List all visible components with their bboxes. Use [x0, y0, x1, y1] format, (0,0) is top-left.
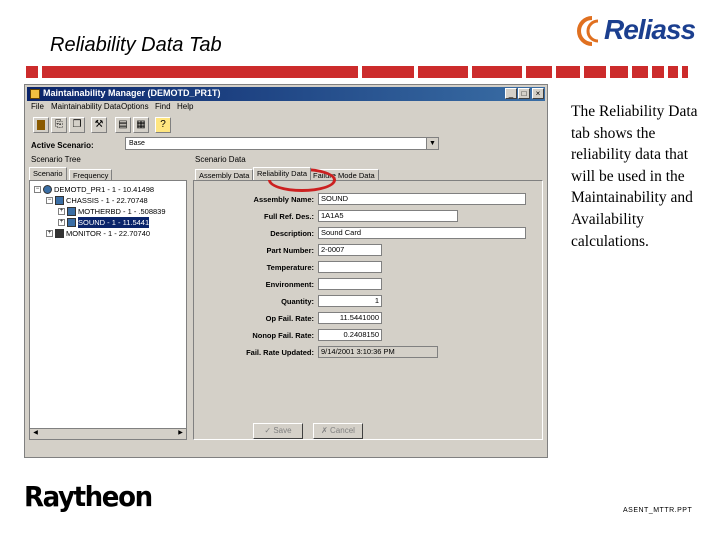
temperature-field[interactable] — [318, 261, 382, 273]
stripe-segment — [556, 66, 580, 78]
window-title: Maintainability Manager (DEMOTD_PR1T) — [43, 88, 221, 98]
collapse-icon[interactable]: − — [34, 186, 41, 193]
stripe-segment — [418, 66, 468, 78]
scenario-tree-title: Scenario Tree — [31, 155, 81, 164]
scroll-left-icon[interactable]: ◀ — [31, 429, 40, 438]
slide-title: Reliability Data Tab — [50, 34, 222, 56]
menu-file[interactable]: File — [31, 102, 44, 111]
field-label: Nonop Fail. Rate: — [252, 331, 314, 340]
full-ref-des-field[interactable]: 1A1A5 — [318, 210, 458, 222]
nonop-fail-rate-field[interactable]: 0.2408150 — [318, 329, 382, 341]
assembly-icon — [67, 207, 76, 216]
active-scenario-value: Base — [129, 140, 145, 147]
close-button[interactable]: × — [532, 88, 544, 99]
minimize-button[interactable]: _ — [505, 88, 517, 99]
tab-frequency[interactable]: Frequency — [69, 169, 113, 180]
menu-find[interactable]: Find — [155, 102, 171, 111]
menu-options[interactable]: Options — [121, 102, 149, 111]
check-icon: ✓ — [264, 426, 274, 435]
tab-assembly-data[interactable]: Assembly Data — [195, 169, 254, 180]
tab-scenario[interactable]: Scenario — [29, 167, 67, 180]
stripe-segment — [26, 66, 38, 78]
raytheon-logo: Raytheon — [24, 480, 153, 513]
field-label: Assembly Name: — [253, 195, 314, 204]
cancel-label: Cancel — [330, 426, 355, 435]
horizontal-scrollbar[interactable]: ◀ ▶ — [30, 428, 186, 439]
maximize-button[interactable]: □ — [518, 88, 530, 99]
active-scenario-select[interactable]: Base ▼ — [125, 137, 439, 150]
field-label: Environment: — [265, 280, 314, 289]
field-label: Quantity: — [281, 297, 314, 306]
root-node-icon — [43, 185, 52, 194]
assembly-icon — [67, 218, 76, 227]
cancel-icon: ✗ — [321, 426, 331, 435]
environment-field[interactable] — [318, 278, 382, 290]
expand-icon[interactable]: + — [58, 219, 65, 226]
assembly-name-field[interactable]: SOUND — [318, 193, 526, 205]
description-field[interactable]: Sound Card — [318, 227, 526, 239]
slide-description: The Reliability Data tab shows the relia… — [571, 103, 698, 250]
book-icon[interactable] — [33, 117, 49, 133]
window-titlebar[interactable]: Maintainability Manager (DEMOTD_PR1T) _ … — [27, 87, 545, 101]
stripe-segment — [682, 66, 688, 78]
file-name: ASENT_MTTR.PPT — [623, 507, 693, 514]
quantity-field[interactable]: 1 — [318, 295, 382, 307]
active-scenario-label: Active Scenario: — [31, 141, 94, 150]
maintainability-manager-window: Maintainability Manager (DEMOTD_PR1T) _ … — [24, 84, 548, 458]
tools-icon[interactable]: ⚒ — [91, 117, 107, 133]
collapse-icon[interactable]: − — [46, 197, 53, 204]
tree-node-selected[interactable]: SOUND - 1 - 11.5441 — [78, 217, 150, 228]
splitter[interactable] — [187, 180, 191, 440]
expand-icon[interactable]: + — [58, 208, 65, 215]
menu-help[interactable]: Help — [177, 102, 193, 111]
app-icon — [30, 89, 40, 99]
stripe-segment — [362, 66, 414, 78]
tree-node[interactable]: MOTHERBD - 1 - .508839 — [78, 206, 166, 217]
report-icon[interactable]: ▤ — [115, 117, 131, 133]
menu-bar: File Maintainability Data Options Find H… — [29, 102, 545, 114]
field-label: Op Fail. Rate: — [265, 314, 314, 323]
part-number-field[interactable]: 2-0007 — [318, 244, 382, 256]
field-label: Fail. Rate Updated: — [246, 348, 314, 357]
cancel-button[interactable]: ✗ Cancel — [313, 423, 363, 439]
stripe-segment — [42, 66, 358, 78]
tree-node[interactable]: DEMOTD_PR1 - 1 - 10.41498 — [54, 184, 154, 195]
tab-reliability-data[interactable]: Reliability Data — [253, 167, 312, 180]
save-label: Save — [273, 426, 292, 435]
stripe-segment — [652, 66, 664, 78]
field-label: Part Number: — [266, 246, 314, 255]
menu-maintainability-data[interactable]: Maintainability Data — [51, 102, 121, 111]
copy-icon[interactable]: ❐ — [69, 117, 85, 133]
new-icon[interactable]: ⎘ — [51, 117, 67, 133]
stripe-segment — [610, 66, 628, 78]
stripe-segment — [526, 66, 552, 78]
stripe-segment — [472, 66, 522, 78]
expand-icon[interactable]: + — [46, 230, 53, 237]
monitor-icon — [55, 229, 64, 238]
stripe-segment — [584, 66, 606, 78]
chevron-down-icon[interactable]: ▼ — [426, 138, 438, 149]
help-icon[interactable]: ? — [155, 117, 171, 133]
field-label: Description: — [270, 229, 314, 238]
fail-rate-updated-field: 9/14/2001 3:10:36 PM — [318, 346, 438, 358]
stripe-segment — [632, 66, 648, 78]
logo-text: Reliass — [604, 14, 696, 45]
toolbar: ⎘ ❐ ⚒ ▤ ▦ ? — [29, 115, 545, 135]
op-fail-rate-field[interactable]: 11.5441000 — [318, 312, 382, 324]
scenario-data-title: Scenario Data — [195, 155, 246, 164]
field-label: Full Ref. Des.: — [263, 212, 314, 221]
stripe-segment — [668, 66, 678, 78]
field-label: Temperature: — [266, 263, 314, 272]
scroll-right-icon[interactable]: ▶ — [176, 429, 185, 438]
scenario-data-panel: Assembly Name: SOUND Full Ref. Des.: 1A1… — [193, 180, 543, 440]
grid-icon[interactable]: ▦ — [133, 117, 149, 133]
assembly-icon — [55, 196, 64, 205]
tree-node[interactable]: MONITOR - 1 - 22.70740 — [66, 228, 150, 239]
scenario-tree-panel: − DEMOTD_PR1 - 1 - 10.41498 − CHASSIS - … — [29, 180, 187, 440]
tree-node[interactable]: CHASSIS - 1 - 22.70748 — [66, 195, 148, 206]
save-button[interactable]: ✓ Save — [253, 423, 303, 439]
